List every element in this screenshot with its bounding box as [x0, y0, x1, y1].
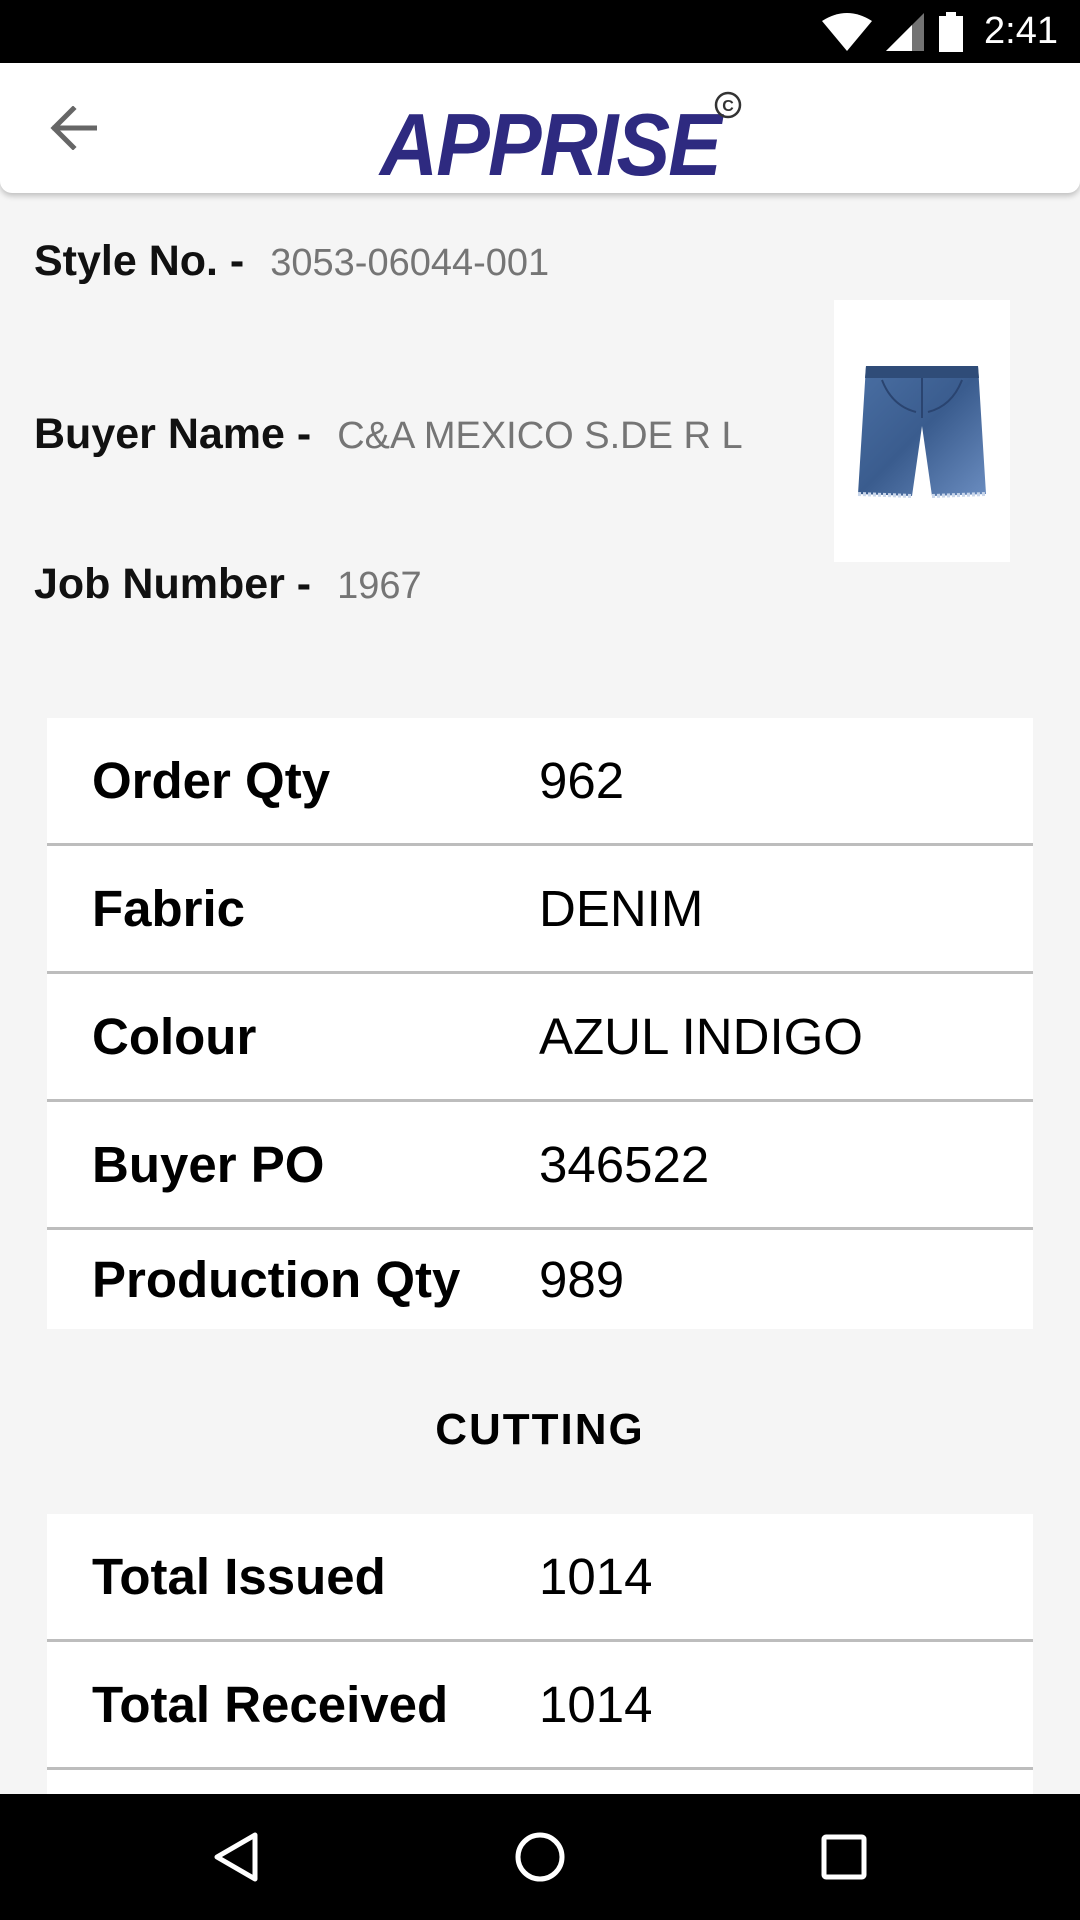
- arrow-back-icon: [50, 106, 97, 150]
- logo-text: APPRISE: [378, 95, 724, 189]
- table-row: Fabric DENIM: [47, 846, 1033, 974]
- table-row: Order Qty 962: [47, 718, 1033, 846]
- signal-icon: [886, 12, 925, 51]
- table-row: Total Received 1014: [47, 1642, 1033, 1770]
- row-label: Order Qty: [92, 752, 331, 809]
- row-value: 989: [539, 1251, 625, 1308]
- back-triangle-icon: [214, 1832, 258, 1882]
- row-value: 962: [539, 752, 625, 809]
- apprise-logo: APPRISE C: [378, 91, 742, 189]
- job-label: Job Number -: [34, 560, 312, 608]
- nav-back-button[interactable]: [196, 1824, 276, 1890]
- status-bar: 2:41: [0, 0, 1080, 63]
- row-value: DENIM: [539, 880, 704, 937]
- denim-shorts-image: [857, 366, 987, 498]
- row-label: Production Qty: [92, 1251, 461, 1308]
- row-value: 1014: [539, 1548, 653, 1605]
- table-row: Total Issued 1014: [47, 1514, 1033, 1642]
- order-summary-table: Order Qty 962 Fabric DENIM Colour AZUL I…: [47, 718, 1033, 1329]
- cutting-table: Total Issued 1014 Total Received 1014: [47, 1514, 1033, 1794]
- status-time: 2:41: [984, 10, 1058, 52]
- app-bar: APPRISE C: [0, 63, 1080, 193]
- battery-icon: [939, 11, 964, 52]
- style-value: 3053-06044-001: [270, 242, 550, 284]
- svg-text:C: C: [722, 98, 734, 115]
- home-circle-icon: [515, 1832, 565, 1882]
- table-row: Colour AZUL INDIGO: [47, 974, 1033, 1102]
- style-label: Style No. -: [34, 237, 245, 285]
- table-row: Production Qty 989: [47, 1230, 1033, 1329]
- buyer-row: Buyer Name - C&A MEXICO S.DE R L: [34, 410, 743, 459]
- job-row: Job Number - 1967: [34, 560, 422, 609]
- style-row: Style No. - 3053-06044-001: [34, 237, 549, 286]
- nav-recents-button[interactable]: [804, 1824, 884, 1890]
- buyer-label: Buyer Name -: [34, 410, 312, 458]
- row-value: AZUL INDIGO: [539, 1008, 863, 1065]
- system-nav-bar: [0, 1794, 1080, 1920]
- row-label: Buyer PO: [92, 1136, 325, 1193]
- product-thumbnail[interactable]: [834, 300, 1010, 562]
- row-value: 1014: [539, 1676, 653, 1733]
- row-label: Fabric: [92, 880, 246, 937]
- back-button[interactable]: [36, 93, 110, 163]
- table-row: Buyer PO 346522: [47, 1102, 1033, 1230]
- row-label: Total Issued: [92, 1548, 386, 1605]
- wifi-icon: [822, 12, 873, 51]
- job-value: 1967: [337, 565, 422, 607]
- status-icons: 2:41: [822, 0, 1058, 63]
- nav-home-button[interactable]: [500, 1824, 580, 1890]
- row-value: 346522: [539, 1136, 710, 1193]
- section-title-cutting: CUTTING: [435, 1405, 645, 1454]
- buyer-value: C&A MEXICO S.DE R L: [337, 415, 743, 457]
- row-label: Total Received: [92, 1676, 449, 1733]
- recents-square-icon: [821, 1834, 867, 1880]
- row-label: Colour: [92, 1008, 257, 1065]
